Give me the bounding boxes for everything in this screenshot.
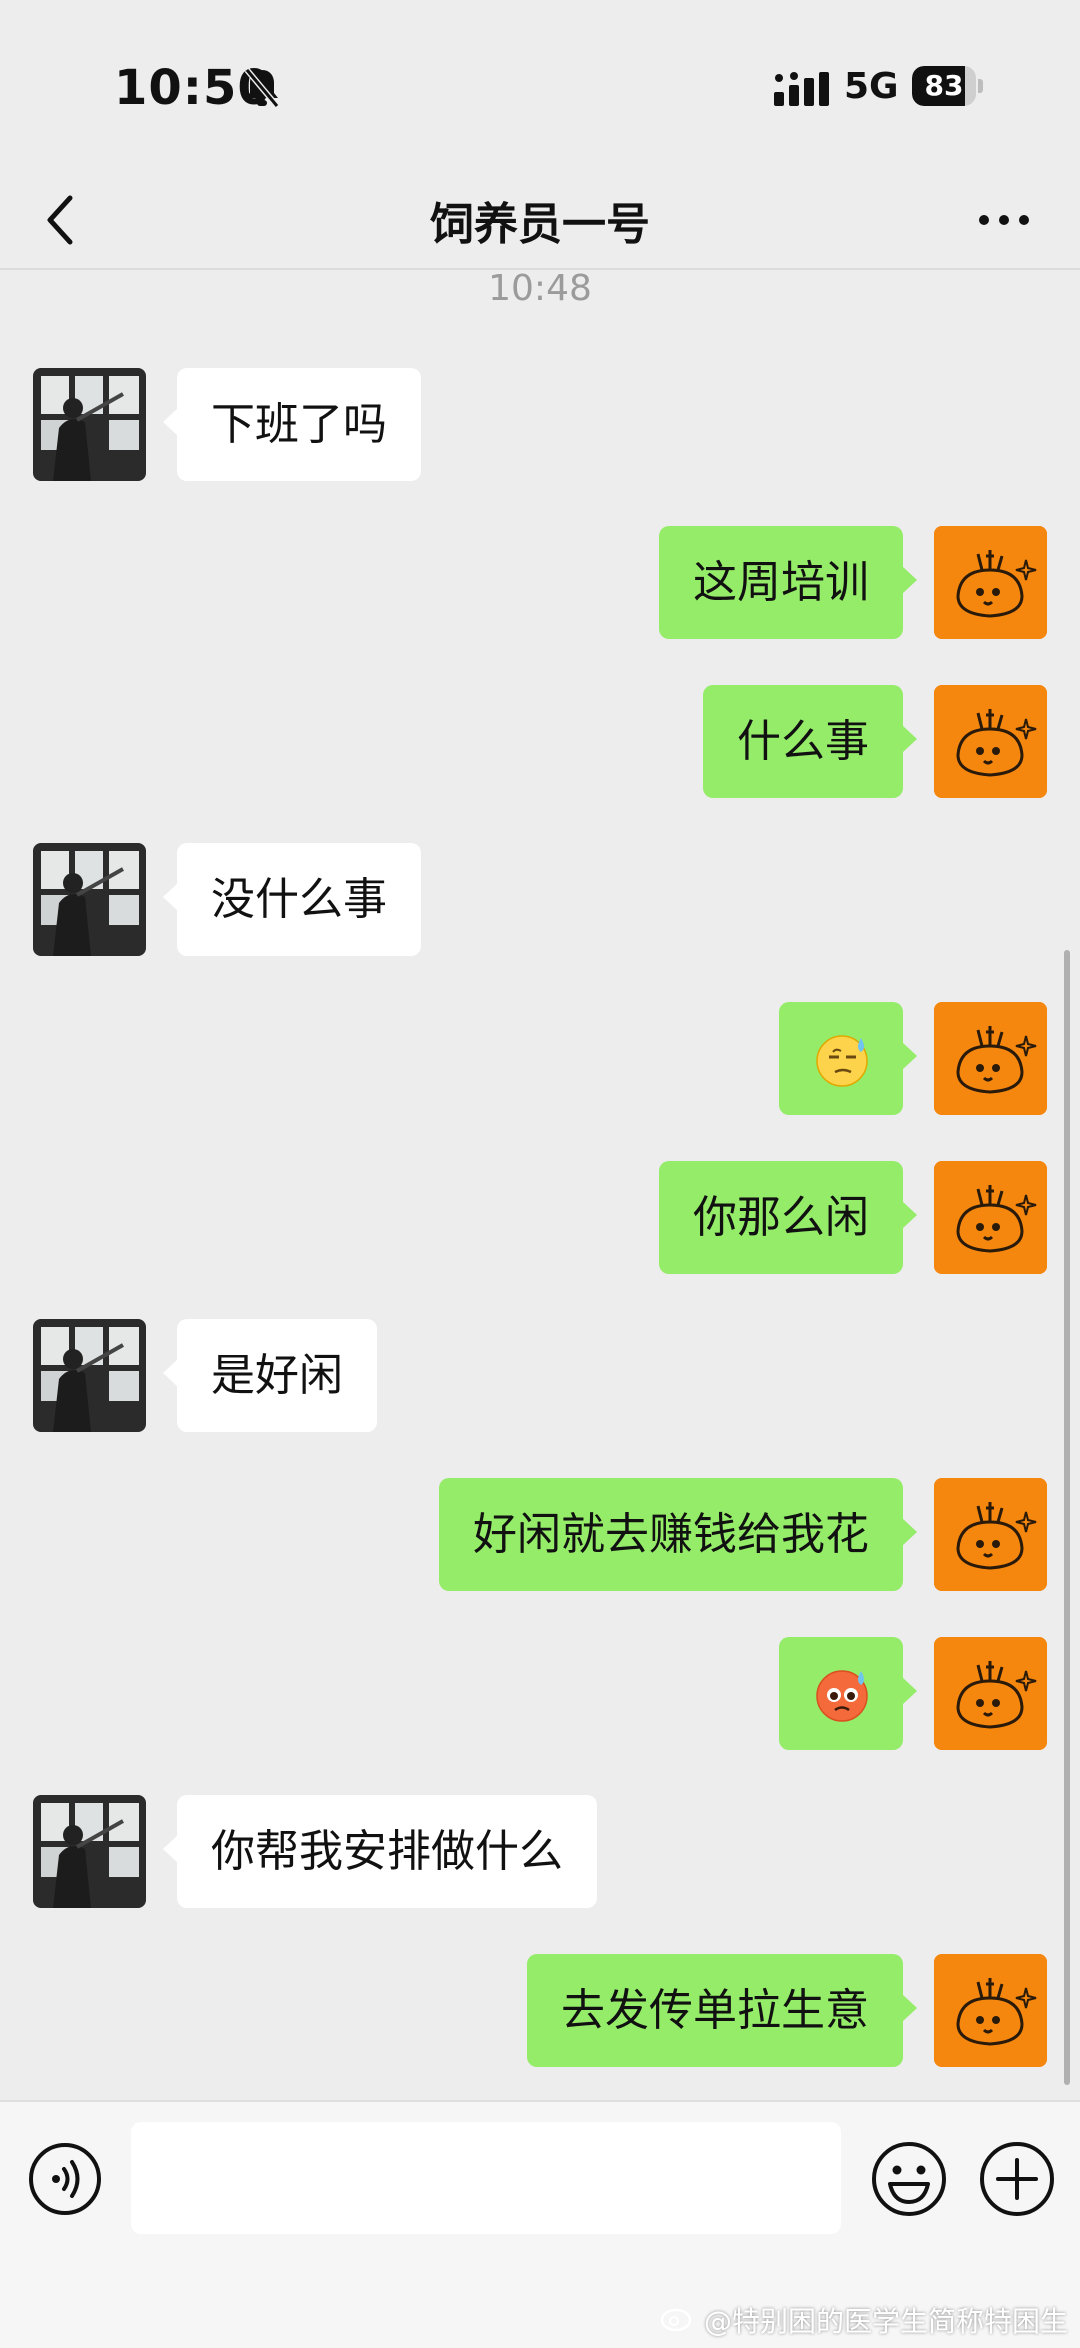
my-avatar[interactable] <box>934 526 1047 639</box>
battery-level: 83 <box>924 69 964 102</box>
my-avatar[interactable] <box>934 1478 1047 1591</box>
message-timestamp: 10:48 <box>488 268 592 309</box>
incoming-message-bubble[interactable]: 你帮我安排做什么 <box>163 1795 597 1908</box>
emoji-smile-icon[interactable] <box>870 2140 948 2218</box>
watermark: @特别困的医学生简称特困生 <box>704 2305 1069 2338</box>
status-bar: 10:50 5G 83 <box>0 0 1080 170</box>
outgoing-emoji-bubble[interactable] <box>779 1637 917 1750</box>
my-avatar[interactable] <box>934 1002 1047 1115</box>
outgoing-message-bubble[interactable]: 什么事 <box>703 685 917 798</box>
message-row: 好闲就去赚钱给我花 <box>0 1478 1080 1592</box>
friend-avatar[interactable] <box>33 368 146 481</box>
outgoing-message-bubble[interactable]: 这周培训 <box>659 526 917 639</box>
more-icon[interactable] <box>974 200 1034 240</box>
incoming-message-bubble[interactable]: 下班了吗 <box>163 368 421 481</box>
outgoing-message-bubble[interactable]: 好闲就去赚钱给我花 <box>439 1478 917 1591</box>
message-row: 没什么事 <box>0 843 1080 957</box>
chat-title: 饲养员一号 <box>430 199 650 250</box>
network-type: 5G <box>844 66 899 107</box>
pleading-emoji-icon <box>816 1670 868 1722</box>
bell-mute-icon <box>244 68 280 108</box>
my-avatar[interactable] <box>934 1637 1047 1750</box>
chat-scrollbar[interactable] <box>1064 950 1070 2085</box>
message-row: 去发传单拉生意 <box>0 1954 1080 2068</box>
voice-input-icon[interactable] <box>28 2142 102 2216</box>
message-row: 你那么闲 <box>0 1161 1080 1275</box>
my-avatar[interactable] <box>934 685 1047 798</box>
my-avatar[interactable] <box>934 1161 1047 1274</box>
outgoing-emoji-bubble[interactable] <box>779 1002 917 1115</box>
outgoing-message-bubble[interactable]: 去发传单拉生意 <box>527 1954 917 2067</box>
incoming-message-bubble[interactable]: 是好闲 <box>163 1319 377 1432</box>
message-row: 什么事 <box>0 685 1080 799</box>
outgoing-message-bubble[interactable]: 你那么闲 <box>659 1161 917 1274</box>
message-input[interactable] <box>131 2122 841 2234</box>
message-row: 这周培训 <box>0 526 1080 640</box>
message-row: 你帮我安排做什么 <box>0 1795 1080 1909</box>
plus-icon[interactable] <box>978 2140 1056 2218</box>
message-row: 是好闲 <box>0 1319 1080 1433</box>
incoming-message-bubble[interactable]: 没什么事 <box>163 843 421 956</box>
friend-avatar[interactable] <box>33 843 146 956</box>
message-row: 下班了吗 <box>0 368 1080 482</box>
friend-avatar[interactable] <box>33 1795 146 1908</box>
my-avatar[interactable] <box>934 1954 1047 2067</box>
battery-indicator: 83 <box>912 66 984 106</box>
signal-icon <box>774 72 829 106</box>
message-row <box>0 1637 1080 1751</box>
friend-avatar[interactable] <box>33 1319 146 1432</box>
sweat-smile-emoji-icon <box>816 1035 868 1087</box>
chat-header: 饲养员一号 <box>0 170 1080 270</box>
message-row <box>0 1002 1080 1116</box>
